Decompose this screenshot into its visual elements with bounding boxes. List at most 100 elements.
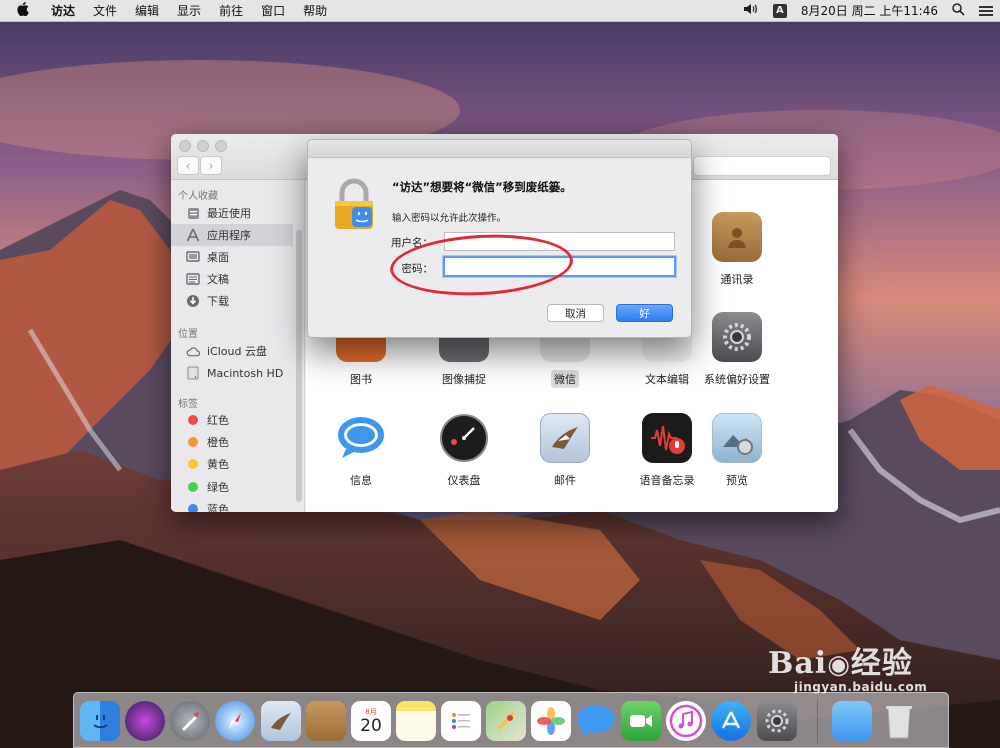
menu-view[interactable]: 显示 [168, 0, 210, 22]
app-label: 图像捕捉 [442, 373, 486, 386]
itunes-icon[interactable] [666, 701, 706, 741]
app-label: 仪表盘 [447, 474, 481, 487]
app-label: 系统偏好设置 [704, 373, 770, 386]
app-preview[interactable]: 预览 [689, 413, 785, 489]
sidebar-tag-yellow[interactable]: 黄色 [171, 453, 293, 475]
locations-heading: 位置 [178, 329, 198, 340]
back-button[interactable]: ‹ [177, 156, 199, 175]
app-system-preferences[interactable]: 系统偏好设置 [689, 312, 785, 388]
hard-disk-icon [186, 366, 200, 380]
app-label: 文本编辑 [645, 373, 689, 386]
app-dashboard[interactable]: 仪表盘 [416, 413, 512, 489]
contacts-icon[interactable] [306, 701, 346, 741]
menu-window[interactable]: 窗口 [252, 0, 294, 22]
app-label: 邮件 [554, 474, 576, 487]
sidebar-item-label: 蓝色 [207, 503, 229, 512]
menu-help[interactable]: 帮助 [294, 0, 336, 22]
dialog-title: “访达”想要将“微信”移到废纸篓。 [392, 180, 572, 194]
mail-icon [540, 413, 590, 463]
voice-memos-icon [642, 413, 692, 463]
photos-icon[interactable] [531, 701, 571, 741]
sidebar-item-label: 黄色 [207, 458, 229, 471]
safari-icon[interactable] [215, 701, 255, 741]
menu-file[interactable]: 文件 [84, 0, 126, 22]
messages-icon [336, 413, 386, 463]
input-source-icon[interactable]: A [772, 3, 787, 18]
app-messages[interactable]: 信息 [313, 413, 409, 489]
notification-center-icon[interactable] [979, 4, 993, 18]
sidebar-item-label: 应用程序 [207, 229, 251, 242]
sidebar-item-label: 桌面 [207, 251, 229, 264]
forward-button[interactable]: › [200, 156, 222, 175]
lock-icon [332, 178, 376, 233]
ok-button[interactable]: 好 [616, 304, 673, 322]
orange-tag-dot-icon [188, 437, 198, 447]
finder-icon[interactable] [80, 701, 120, 741]
trash-icon[interactable] [879, 701, 919, 741]
dialog-message: 输入密码以允许此次操作。 [392, 213, 507, 224]
dashboard-icon [439, 413, 489, 463]
zoom-window-button[interactable] [215, 140, 227, 152]
notes-icon[interactable] [396, 701, 436, 741]
app-label: 通讯录 [720, 273, 754, 286]
finder-sidebar: 个人收藏 最近使用 应用程序 桌面 文稿 下载 位置 iCloud 云盘 Mac… [171, 180, 305, 512]
downloads-icon [186, 294, 200, 308]
sidebar-tag-blue[interactable]: 蓝色 [171, 498, 293, 512]
sidebar-item-label: 绿色 [207, 481, 229, 494]
sidebar-item-applications[interactable]: 应用程序 [171, 224, 293, 246]
app-label: 微信 [551, 370, 579, 388]
app-label: 信息 [350, 474, 372, 487]
facetime-icon[interactable] [621, 701, 661, 741]
sidebar-tag-green[interactable]: 绿色 [171, 476, 293, 498]
siri-icon[interactable] [125, 701, 165, 741]
system-preferences-icon [712, 312, 762, 362]
launchpad-icon[interactable] [170, 701, 210, 741]
clock[interactable]: 8月20日 周二 上午11:46 [801, 2, 938, 19]
apple-logo-icon[interactable] [14, 1, 32, 20]
mail-icon[interactable] [261, 701, 301, 741]
maps-icon[interactable] [486, 701, 526, 741]
app-store-icon[interactable] [711, 701, 751, 741]
messages-icon[interactable] [576, 701, 616, 741]
sidebar-item-icloud-drive[interactable]: iCloud 云盘 [171, 340, 293, 362]
reminders-icon[interactable] [441, 701, 481, 741]
sidebar-item-label: 红色 [207, 414, 229, 427]
calendar-icon[interactable]: 8月 20 [351, 701, 391, 741]
applications-icon [186, 228, 200, 242]
preview-icon [712, 413, 762, 463]
tags-heading: 标签 [178, 399, 198, 410]
spotlight-search-icon[interactable] [952, 2, 965, 19]
calendar-day: 20 [360, 716, 382, 736]
sidebar-item-desktop[interactable]: 桌面 [171, 246, 293, 268]
sidebar-item-downloads[interactable]: 下载 [171, 290, 293, 312]
minimize-window-button[interactable] [197, 140, 209, 152]
watermark-brand: Bai [768, 646, 828, 681]
sidebar-item-label: 最近使用 [207, 207, 251, 220]
sidebar-item-label: 下载 [207, 295, 229, 308]
contacts-icon [712, 212, 762, 262]
dialog-titlebar [308, 140, 691, 158]
baidu-paw-icon: ◉ [827, 650, 851, 680]
menu-go[interactable]: 前往 [210, 0, 252, 22]
cancel-button[interactable]: 取消 [547, 304, 604, 322]
close-window-button[interactable] [179, 140, 191, 152]
recents-icon [186, 206, 200, 220]
finder-search-field[interactable] [693, 156, 831, 176]
sidebar-tag-red[interactable]: 红色 [171, 409, 293, 431]
dock: 8月 20 [73, 692, 949, 748]
volume-icon[interactable] [743, 3, 759, 18]
sidebar-tag-orange[interactable]: 橙色 [171, 431, 293, 453]
sidebar-item-recents[interactable]: 最近使用 [171, 202, 293, 224]
app-contacts[interactable]: 通讯录 [689, 212, 785, 288]
yellow-tag-dot-icon [188, 459, 198, 469]
menu-edit[interactable]: 编辑 [126, 0, 168, 22]
sidebar-item-macintosh-hd[interactable]: Macintosh HD [171, 362, 293, 384]
downloads-stack-icon[interactable] [832, 701, 872, 741]
app-mail[interactable]: 邮件 [517, 413, 613, 489]
blue-tag-dot-icon [188, 504, 198, 512]
system-preferences-icon[interactable] [757, 701, 797, 741]
menu-finder[interactable]: 访达 [42, 0, 84, 22]
sidebar-scrollbar[interactable] [296, 230, 302, 502]
sidebar-item-documents[interactable]: 文稿 [171, 268, 293, 290]
app-label: 预览 [726, 474, 748, 487]
